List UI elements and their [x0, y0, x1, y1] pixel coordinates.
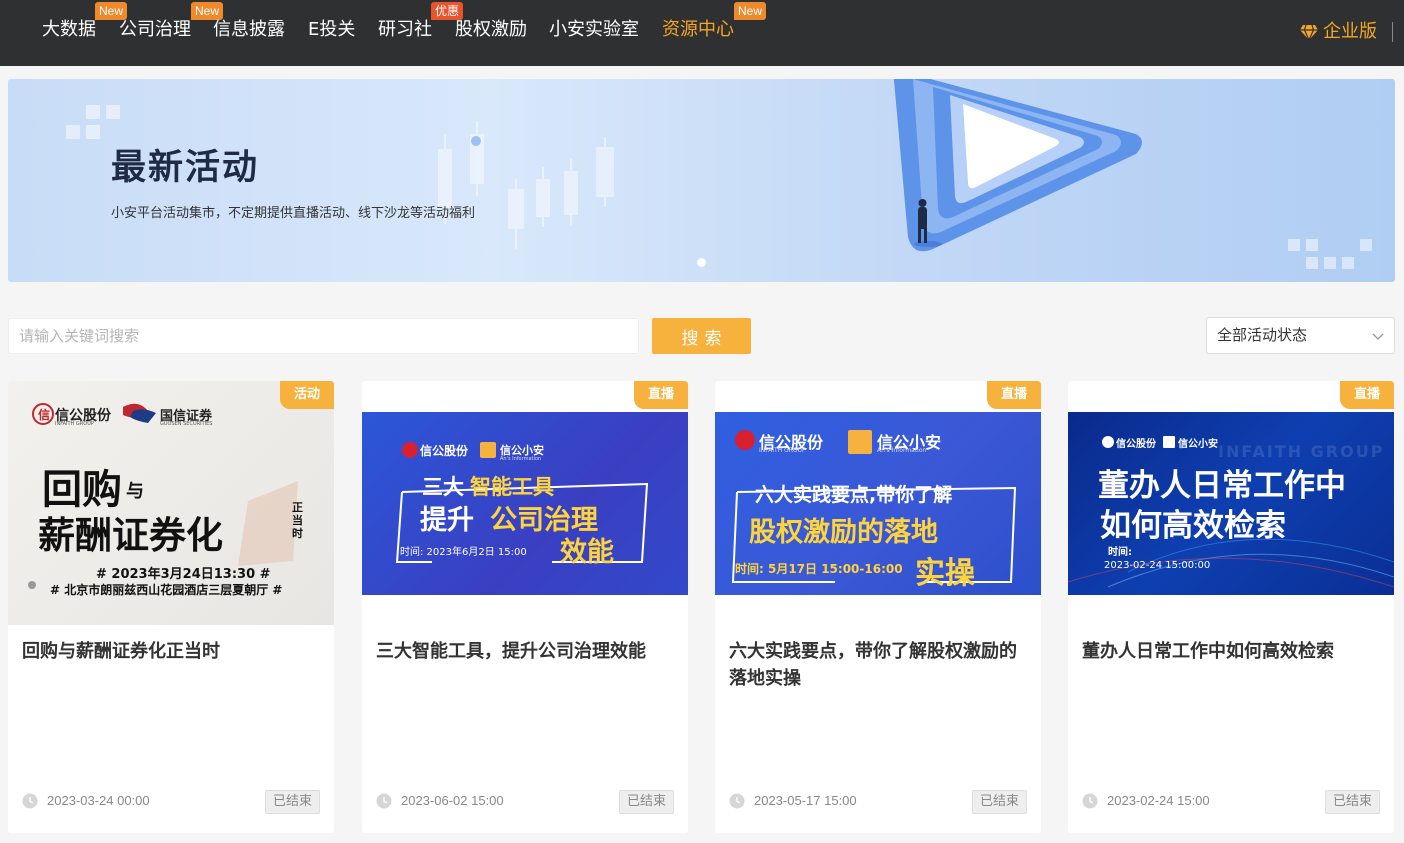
clock-icon — [729, 793, 745, 809]
poster-headline-1: 六大实践要点,带你了解 — [755, 484, 953, 506]
card-date: 2023-02-24 15:00 — [1082, 793, 1210, 809]
card-title[interactable]: 回购与薪酬证券化正当时 — [22, 638, 322, 665]
card-type-tag: 直播 — [1340, 381, 1394, 409]
chevron-down-icon — [1372, 333, 1384, 340]
activity-card[interactable]: 直播 信公股份 信公小安 An's Information 三大 智能工具 提升… — [362, 381, 688, 833]
poster-brand-a: 信公股份 — [1116, 439, 1156, 450]
card-date-text: 2023-03-24 00:00 — [47, 793, 150, 808]
search-button[interactable]: 搜索 — [652, 318, 751, 354]
poster-headline-side: 正当时 — [292, 501, 303, 540]
card-status-badge: 已结束 — [618, 790, 674, 814]
nav-item-big-data[interactable]: 大数据 — [42, 18, 96, 42]
carousel-indicator-dot[interactable] — [697, 258, 706, 267]
poster-time: 2023-02-24 15:00:00 — [1104, 560, 1211, 571]
nav-divider — [1392, 22, 1393, 42]
card-type-tag: 直播 — [634, 381, 688, 409]
nav-item-disclosure[interactable]: 信息披露 — [213, 18, 285, 42]
card-title[interactable]: 董办人日常工作中如何高效检索 — [1082, 638, 1382, 665]
card-date: 2023-06-02 15:00 — [376, 793, 504, 809]
activity-status-value: 全部活动状态 — [1217, 326, 1308, 344]
card-title[interactable]: 六大实践要点，带你了解股权激励的落地实操 — [729, 638, 1029, 692]
poster-time: 时间: 5月17日 15:00-16:00 — [735, 562, 903, 576]
card-date-text: 2023-05-17 15:00 — [754, 793, 857, 808]
poster-brand-b-en: An's Information — [877, 447, 927, 454]
hero-banner[interactable]: 最新活动 小安平台活动集市，不定期提供直播活动、线下沙龙等活动福利 — [8, 79, 1395, 282]
card-status-badge: 已结束 — [1324, 790, 1380, 814]
card-date-text: 2023-06-02 15:00 — [401, 793, 504, 808]
poster-headline-3: 实操 — [915, 556, 975, 591]
nav-item-resource-center[interactable]: 资源中心 — [662, 18, 734, 42]
card-date-text: 2023-02-24 15:00 — [1107, 793, 1210, 808]
poster-headline-2: 股权激励的落地 — [749, 517, 938, 548]
poster-brand-a-en: INFAITH GROUP — [55, 421, 94, 427]
nav-item-lab[interactable]: 小安实验室 — [549, 18, 639, 42]
card-type-tag: 直播 — [987, 381, 1041, 409]
card-title[interactable]: 三大智能工具，提升公司治理效能 — [376, 638, 676, 665]
poster-brand-a-en: INFAITH GROUP — [759, 447, 806, 454]
search-input[interactable] — [8, 318, 639, 354]
poster-headline-1: 董办人日常工作中 — [1098, 468, 1346, 504]
card-type-tag: 活动 — [280, 381, 334, 409]
poster-headline-2: 薪酬证券化 — [38, 514, 223, 557]
banner-subtitle: 小安平台活动集市，不定期提供直播活动、线下沙龙等活动福利 — [111, 206, 476, 221]
activity-card[interactable]: 活动 信 信公股份 INFAITH GROUP 国信证券 GUOSEN SECU… — [8, 381, 334, 833]
svg-text:信: 信 — [38, 407, 50, 422]
poster-brand-a: 信公股份 — [420, 444, 469, 458]
card-poster: 信公股份 INFAITH GROUP 信公小安 An's Information… — [715, 412, 1041, 595]
poster-brand-b-en: GUOSEN SECURITIES — [160, 421, 213, 427]
nav-item-equity-incentive[interactable]: 股权激励 — [455, 18, 527, 42]
top-navigation: 大数据 New 公司治理 New 信息披露 E投关 研习社 优惠 股权激励 小安… — [0, 0, 1404, 66]
activity-card[interactable]: 直播 INFAITH GROUP 信公股份 信公小安 董办人日常工作中 如何高效… — [1068, 381, 1394, 833]
poster-headline-2: 如何高效检索 — [1100, 508, 1286, 544]
poster-time: 时间: 2023年6月2日 15:00 — [400, 547, 527, 558]
nav-item-e-ir[interactable]: E投关 — [308, 18, 355, 42]
nav-item-governance[interactable]: 公司治理 — [119, 18, 191, 42]
poster-datetime: # 2023年3月24日13:30 # — [96, 567, 271, 582]
clock-icon — [1082, 793, 1098, 809]
clock-icon — [376, 793, 392, 809]
activity-status-select[interactable]: 全部活动状态 — [1206, 317, 1395, 354]
poster-time-label: 时间: — [1108, 547, 1132, 558]
card-status-badge: 已结束 — [971, 790, 1027, 814]
poster-headline-3: 效能 — [560, 537, 614, 568]
banner-title: 最新活动 — [111, 148, 260, 188]
nav-badge-new: New — [734, 2, 767, 20]
card-date: 2023-05-17 15:00 — [729, 793, 857, 809]
poster-location: # 北京市朗丽兹西山花园酒店三层夏朝厅 # — [50, 583, 283, 597]
poster-headline-1: 三大 — [422, 475, 464, 499]
enterprise-edition-label: 企业版 — [1323, 21, 1377, 42]
nav-item-study-club[interactable]: 研习社 — [378, 18, 432, 42]
card-status-badge: 已结束 — [264, 790, 320, 814]
poster-brand-b: 信公小安 — [1178, 439, 1218, 450]
poster-brand-b-en: An's Information — [500, 456, 542, 462]
poster-headline-2: 提升 — [420, 505, 474, 536]
card-poster: INFAITH GROUP 信公股份 信公小安 董办人日常工作中 如何高效检索 … — [1068, 412, 1394, 595]
card-poster: 信公股份 信公小安 An's Information 三大 智能工具 提升 公司… — [362, 412, 688, 595]
clock-icon — [22, 793, 38, 809]
poster-headline-1-highlight: 智能工具 — [470, 475, 554, 499]
diamond-icon — [1300, 24, 1318, 42]
enterprise-edition-link[interactable]: 企业版 — [1299, 20, 1377, 44]
activity-card[interactable]: 直播 信公股份 INFAITH GROUP 信公小安 An's Informat… — [715, 381, 1041, 833]
card-date: 2023-03-24 00:00 — [22, 793, 150, 809]
card-poster: 信 信公股份 INFAITH GROUP 国信证券 GUOSEN SECURIT… — [8, 381, 334, 625]
poster-watermark: INFAITH GROUP — [1218, 442, 1385, 461]
poster-headline-1-small: 与 — [126, 481, 144, 502]
